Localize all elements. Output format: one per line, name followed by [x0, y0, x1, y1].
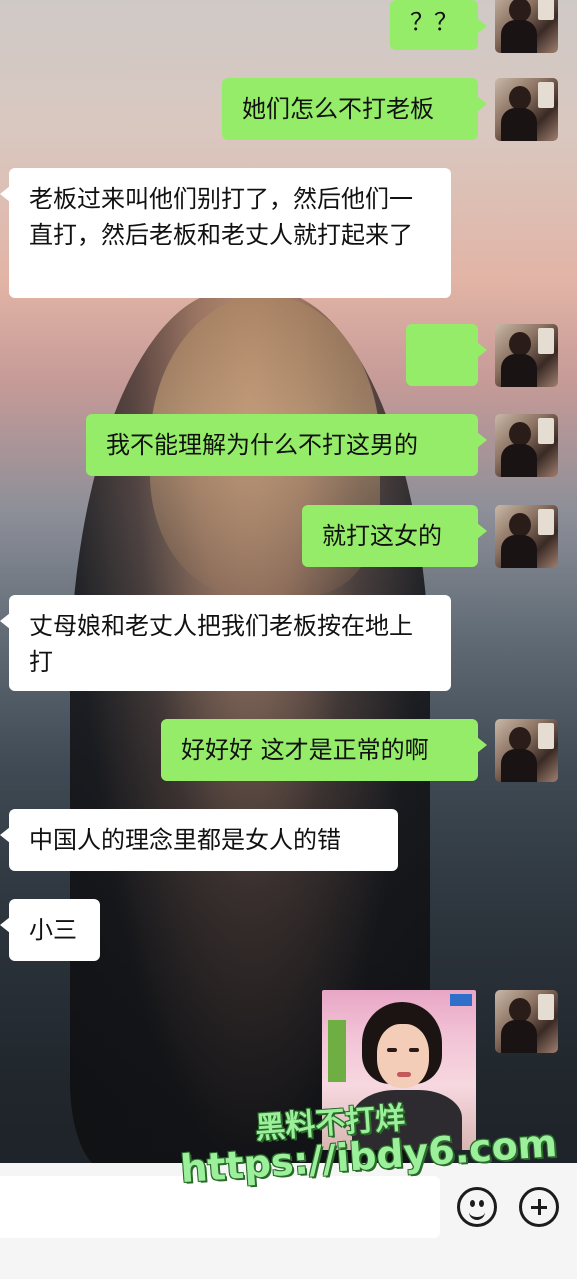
my-avatar[interactable] [495, 990, 558, 1053]
my-avatar[interactable] [495, 719, 558, 782]
my-avatar[interactable] [495, 414, 558, 477]
my-avatar[interactable] [495, 78, 558, 141]
my-avatar[interactable] [495, 324, 558, 387]
my-avatar[interactable] [495, 505, 558, 568]
chat-bubble-mine[interactable]: 我不能理解为什么不打这男的 [86, 414, 487, 476]
chat-bubble-theirs[interactable]: 中国人的理念里都是女人的错 [0, 809, 398, 871]
plus-icon[interactable] [519, 1187, 559, 1227]
emoji-icon[interactable] [457, 1187, 497, 1227]
chat-bubble-theirs[interactable]: 老板过来叫他们别打了，然后他们一直打，然后老板和老丈人就打起来了 [0, 168, 451, 298]
chat-bubble-mine[interactable]: 她们怎么不打老板 [222, 78, 487, 140]
my-avatar[interactable] [495, 0, 558, 53]
chat-bubble-mine[interactable]: ？？ [390, 0, 487, 50]
chat-bubble-theirs[interactable]: 丈母娘和老丈人把我们老板按在地上打 [0, 595, 451, 691]
chat-bubble-theirs[interactable]: 小三 [0, 899, 100, 961]
chat-bubble-mine[interactable]: 就打这女的 [302, 505, 487, 567]
chat-bubble-mine-emoji[interactable] [406, 324, 487, 445]
chat-bubble-mine[interactable]: 好好好 这才是正常的啊 [161, 719, 487, 781]
